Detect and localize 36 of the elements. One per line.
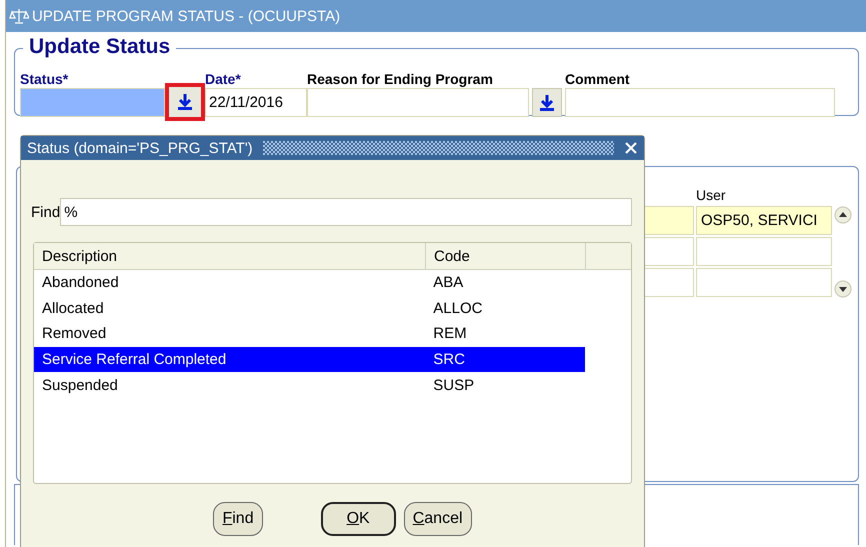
list-row[interactable]: Suspended SUSP xyxy=(34,372,585,398)
dialog-title: Status (domain='PS_PRG_STAT') xyxy=(27,140,253,156)
list-row[interactable]: Removed REM xyxy=(34,321,585,347)
scroll-up-button[interactable] xyxy=(834,206,852,224)
column-header: Description xyxy=(34,243,426,269)
table-cell[interactable] xyxy=(696,237,832,266)
list-button[interactable] xyxy=(165,83,205,121)
list-button[interactable] xyxy=(532,88,562,117)
field-label: Comment xyxy=(565,71,631,88)
input-field[interactable] xyxy=(565,88,835,117)
dialog-button[interactable]: Cancel xyxy=(404,502,472,536)
column-header: User xyxy=(696,187,727,204)
column-header: Code xyxy=(426,243,586,269)
field-label: Date* xyxy=(205,71,242,88)
scales-icon xyxy=(9,8,29,24)
download-arrow-icon xyxy=(176,93,194,111)
download-arrow-icon xyxy=(538,94,556,112)
frame-legend: Update Status xyxy=(23,35,176,59)
input-field[interactable] xyxy=(307,88,529,117)
scroll-down-button[interactable] xyxy=(834,280,852,298)
window-title: UPDATE PROGRAM STATUS - (OCUUPSTA) xyxy=(32,8,340,24)
dialog-button[interactable]: OK xyxy=(320,502,396,536)
find-field[interactable]: % xyxy=(60,198,632,226)
table-cell[interactable] xyxy=(696,268,832,297)
list-row[interactable]: Service Referral Completed SRC xyxy=(34,346,585,372)
list-row[interactable]: Allocated ALLOC xyxy=(34,296,585,322)
input-field[interactable]: 22/11/2016 xyxy=(205,88,307,117)
input-field[interactable] xyxy=(20,88,165,117)
grip-pattern-icon xyxy=(262,141,614,155)
find-label: Find xyxy=(31,204,60,220)
dialog-button[interactable]: Find xyxy=(213,502,263,536)
list-row[interactable]: Abandoned ABA xyxy=(34,270,585,296)
close-icon[interactable] xyxy=(624,141,638,155)
table-cell[interactable]: OSP50, SERVICI xyxy=(696,206,832,235)
field-label: Reason for Ending Program xyxy=(307,71,494,88)
field-label: Status* xyxy=(20,71,70,88)
